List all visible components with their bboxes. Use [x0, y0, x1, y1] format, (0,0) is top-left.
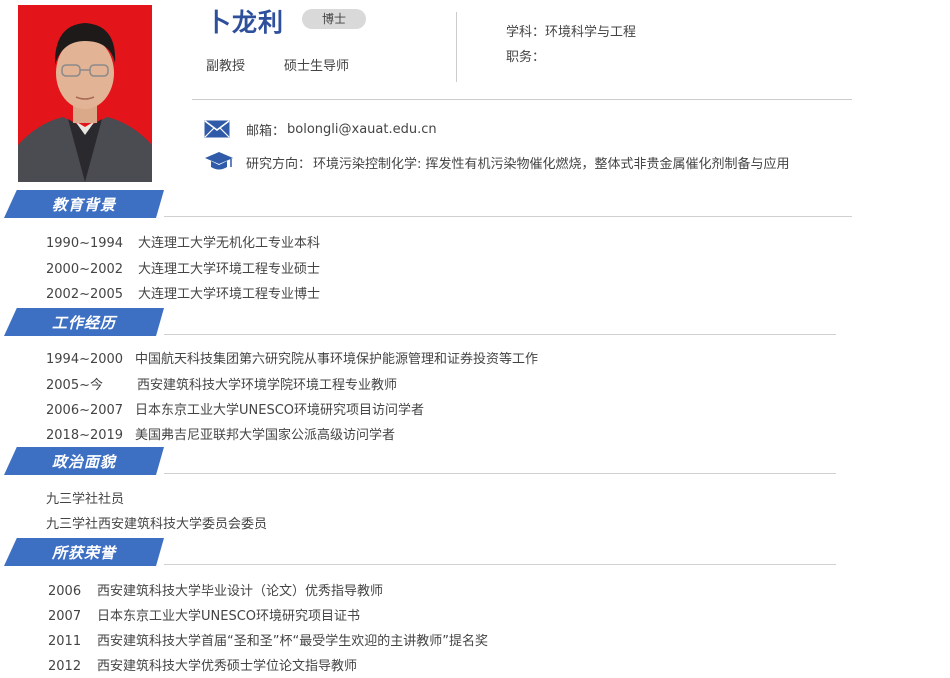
section-header: 政治面貌	[0, 447, 860, 477]
section-divider	[164, 564, 836, 565]
list-item: 九三学社社员	[46, 492, 125, 507]
list-item: 2000~2002 大连理工大学环境工程专业硕士	[46, 262, 321, 277]
research-row: 研究方向： 环境污染控制化学: 挥发性有机污染物催化燃烧，整体式非贵金属催化剂制…	[204, 150, 790, 174]
degree-badge: 博士	[302, 9, 366, 29]
position-label: 职务：	[506, 50, 546, 65]
research-value: 环境污染控制化学: 挥发性有机污染物催化燃烧，整体式非贵金属催化剂制备与应用	[313, 156, 790, 172]
honors-section: 所获荣誉 2006 西安建筑科技大学毕业设计（论文）优秀指导教师 2007 日本东京…	[0, 538, 860, 674]
email-link[interactable]: bolongli@xauat.edu.cn	[287, 122, 437, 137]
header-vertical-divider	[456, 12, 457, 82]
position-line: 职务：	[506, 46, 545, 65]
header-horizontal-divider	[192, 99, 852, 100]
profile-photo	[18, 5, 152, 182]
person-name: 卜龙利	[206, 8, 285, 37]
list-item: 2005~今 西安建筑科技大学环境学院环境工程专业教师	[46, 378, 398, 393]
graduation-cap-icon	[204, 150, 236, 174]
portrait-photo-icon	[18, 23, 152, 182]
list-item: 2012 西安建筑科技大学优秀硕士学位论文指导教师	[48, 659, 358, 674]
section-title: 工作经历	[52, 314, 117, 332]
supervisor-role: 硕士生导师	[284, 59, 350, 74]
subject-line: 学科：环境科学与工程	[506, 21, 636, 40]
section-divider	[164, 473, 836, 474]
email-label: 邮箱：	[246, 123, 286, 139]
list-item: 2006~2007 日本东京工业大学UNESCO环境研究项目访问学者	[46, 403, 425, 418]
list-item: 1994~2000 中国航天科技集团第六研究院从事环境保护能源管理和证券投资等工作	[46, 352, 539, 367]
work-section: 工作经历 1994~2000 中国航天科技集团第六研究院从事环境保护能源管理和证券…	[0, 308, 860, 443]
list-item: 2018~2019 美国弗吉尼亚联邦大学国家公派高级访问学者	[46, 428, 396, 443]
academic-title: 副教授	[206, 59, 246, 74]
list-item: 2002~2005 大连理工大学环境工程专业博士	[46, 287, 321, 302]
section-title: 教育背景	[52, 196, 117, 214]
subject-label: 学科：	[506, 25, 546, 40]
envelope-icon	[204, 117, 236, 141]
list-item: 2007 日本东京工业大学UNESCO环境研究项目证书	[48, 609, 361, 624]
email-row: 邮箱： bolongli@xauat.edu.cn	[204, 117, 437, 141]
list-item: 九三学社西安建筑科技大学委员会委员	[46, 517, 268, 532]
list-item: 1990~1994 大连理工大学无机化工专业本科	[46, 236, 321, 251]
section-divider	[164, 216, 852, 217]
section-header: 所获荣誉	[0, 538, 860, 568]
section-title: 政治面貌	[52, 453, 117, 471]
education-section: 教育背景 1990~1994 大连理工大学无机化工专业本科 2000~2002 大连…	[0, 190, 860, 302]
section-title: 所获荣誉	[52, 544, 117, 562]
section-header: 教育背景	[0, 190, 860, 220]
section-header: 工作经历	[0, 308, 860, 338]
list-item: 2011 西安建筑科技大学首届“圣和圣”杯“最受学生欢迎的主讲教师”提名奖	[48, 634, 488, 649]
research-label: 研究方向：	[246, 156, 312, 172]
politics-section: 政治面貌 九三学社社员 九三学社西安建筑科技大学委员会委员	[0, 447, 860, 532]
list-item: 2006 西安建筑科技大学毕业设计（论文）优秀指导教师	[48, 584, 384, 599]
section-divider	[164, 334, 836, 335]
subject-value: 环境科学与工程	[545, 25, 637, 40]
